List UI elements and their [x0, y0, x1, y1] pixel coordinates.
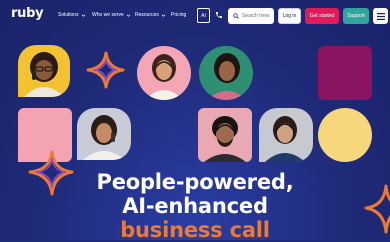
nav-resources[interactable]: Resources [135, 12, 166, 18]
phone-icon[interactable] [215, 11, 223, 19]
search-icon [233, 13, 239, 19]
headline-line-3: business call [120, 218, 270, 242]
agent-photo-phone [77, 108, 131, 160]
ai-button[interactable]: AI [197, 8, 210, 23]
nav-resources-label: Resources [135, 12, 159, 18]
site-header: ruby Solutions Who we serve Resources Pr… [0, 0, 390, 34]
nav-pricing-label: Pricing [171, 12, 187, 18]
headline-line-2: AI-enhanced [122, 194, 268, 218]
agent-photo-glasses [18, 45, 70, 97]
nav-pricing[interactable]: Pricing [171, 12, 186, 18]
search-box[interactable]: Search here [228, 8, 274, 24]
chevron-down-icon [81, 14, 85, 17]
agent-photo-headset-man [198, 108, 252, 162]
sparkle-star-orange [86, 51, 125, 89]
search-placeholder: Search here [242, 13, 270, 19]
headline-line-1: People-powered, [96, 170, 294, 194]
get-started-button[interactable]: Get started [305, 8, 339, 24]
support-button[interactable]: Support [343, 8, 369, 24]
nav-who-we-serve[interactable]: Who we serve [92, 12, 131, 18]
ruby-logo[interactable]: ruby [11, 6, 44, 21]
decor-square-magenta [318, 46, 372, 100]
hamburger-icon [376, 12, 385, 20]
agent-photo-headset-1 [137, 46, 191, 100]
nav-solutions[interactable]: Solutions [58, 12, 86, 18]
chevron-down-icon [126, 14, 130, 17]
hero-headline: People-powered, AI-enhanced business cal… [0, 170, 390, 242]
agent-photo-headset-2 [259, 108, 313, 162]
login-button[interactable]: Log in [278, 8, 301, 24]
nav-who-we-serve-label: Who we serve [92, 12, 124, 18]
menu-button[interactable] [373, 8, 388, 24]
nav-solutions-label: Solutions [58, 12, 79, 18]
chevron-down-icon [161, 14, 166, 17]
decor-circle-yellow [318, 108, 372, 162]
agent-photo-smiling [199, 46, 253, 100]
